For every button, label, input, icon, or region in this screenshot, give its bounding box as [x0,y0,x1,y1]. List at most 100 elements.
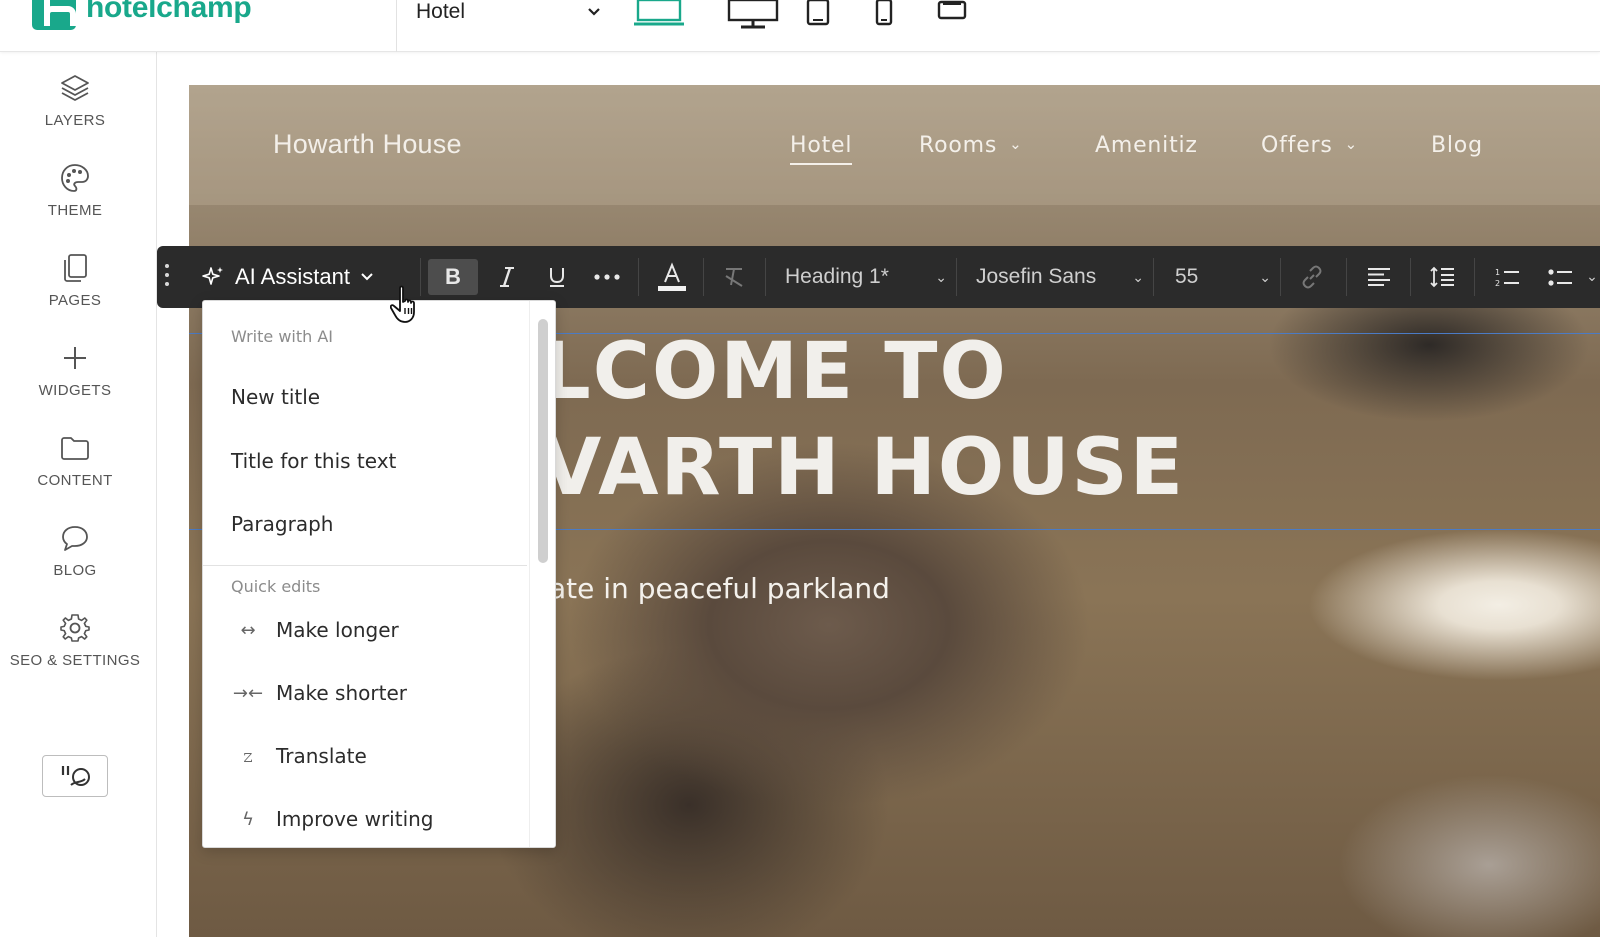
chevron-down-icon [588,8,600,16]
numbered-list-button[interactable]: 12 [1482,259,1532,295]
shrink-arrows-icon: →← [232,682,264,704]
sidebar-item-theme[interactable]: THEME [0,162,150,242]
svg-text:2: 2 [1495,279,1500,288]
menu-item-title-for-text[interactable]: Title for this text [231,449,396,473]
italic-button[interactable] [487,259,527,295]
top-bar: hotelchamp Hotel [0,0,1600,52]
hotelchamp-logo-icon [32,0,76,30]
bold-button[interactable]: B [428,259,478,295]
tablet-icon[interactable] [806,0,830,26]
sidebar-item-blog[interactable]: BLOG [0,522,150,602]
menu-item-label: Improve writing [276,807,434,831]
sidebar-item-label: SEO & SETTINGS [9,652,141,669]
pages-icon [64,254,87,282]
laptop-icon[interactable] [634,0,684,28]
text-style-select[interactable]: Heading 1* ⌄ [785,259,947,295]
align-left-icon [1368,268,1390,286]
sidebar-item-label: WIDGETS [38,382,112,399]
menu-item-label: Make longer [276,618,399,642]
text-color-button[interactable] [647,259,697,295]
nav-label: Hotel [790,133,853,158]
mobile-landscape-icon[interactable] [937,0,967,20]
font-size-select[interactable]: 55 ⌄ [1175,259,1271,295]
clear-format-icon [725,268,743,287]
ai-assistant-button[interactable]: AI Assistant [201,260,374,294]
chevron-down-icon: ⌄ [1344,135,1359,153]
align-left-button[interactable] [1354,259,1404,295]
divider [1346,258,1347,296]
chevron-down-icon: ⌄ [1132,268,1144,285]
mobile-icon[interactable] [875,0,893,26]
divider [1280,258,1281,296]
font-size-value: 55 [1175,265,1199,288]
bullet-list-button[interactable] [1535,259,1585,295]
menu-item-new-title[interactable]: New title [231,385,320,409]
menu-item-improve-writing[interactable]: ϟ Improve writing [231,807,434,831]
numbered-list-icon: 12 [1495,268,1519,288]
more-options-dropdown[interactable]: ⌄ [1585,259,1599,295]
nav-label: Blog [1431,133,1483,158]
ai-assistant-label: AI Assistant [235,264,350,289]
chat-bubble-icon [62,526,88,551]
quote-widget-button[interactable] [42,755,108,797]
menu-item-label: Make shorter [276,681,407,705]
hero-subtitle[interactable]: ate in peaceful parkland [549,572,890,605]
nav-item-amenitiz[interactable]: Amenitiz [1095,133,1198,158]
logo[interactable]: hotelchamp [32,0,252,30]
italic-icon [500,267,514,287]
chevron-down-icon: ⌄ [1586,269,1598,285]
link-button[interactable] [1287,259,1337,295]
logo-text: hotelchamp [86,0,252,24]
font-family-select[interactable]: Josefin Sans ⌄ [976,259,1144,295]
more-dots-icon [594,274,620,280]
drag-handle-icon[interactable] [165,264,169,290]
font-family-value: Josefin Sans [976,265,1097,288]
more-formatting-button[interactable] [585,259,629,295]
nav-label: Rooms [919,133,998,158]
sidebar-item-content[interactable]: CONTENT [0,432,150,512]
hand-pointer-icon [389,284,426,330]
sparkle-icon [202,267,223,285]
underline-button[interactable] [537,259,577,295]
hero-title-line-2[interactable]: VARTH HOUSE [541,429,1185,507]
quote-widget-icon [61,766,90,786]
line-height-button[interactable] [1417,259,1467,295]
sidebar-item-label: CONTENT [37,472,113,489]
nav-item-blog[interactable]: Blog [1431,133,1483,158]
plus-icon [64,347,86,369]
menu-item-translate[interactable]: 𝚣 Translate [231,744,367,768]
underline-icon [550,268,564,287]
hero-title-line-1[interactable]: LCOME TO [541,333,1008,411]
chevron-down-icon: ⌄ [1009,135,1023,153]
divider [956,258,957,296]
menu-scrollbar[interactable] [529,301,555,847]
sidebar-item-layers[interactable]: LAYERS [0,72,150,152]
website-builder: hotelchamp Hotel LAYERS THEME PAGES WIDG… [0,0,1600,937]
nav-item-offers[interactable]: Offers ⌄ [1261,133,1358,158]
menu-section-title: Write with AI [231,327,334,346]
sidebar-item-widgets[interactable]: WIDGETS [0,342,150,422]
desktop-icon[interactable] [727,0,779,30]
sidebar-item-seo-settings[interactable]: SEO & SETTINGS [0,612,150,692]
menu-item-make-longer[interactable]: ↔ Make longer [231,618,399,642]
chevron-down-icon: ⌄ [935,268,947,285]
nav-label: Offers [1261,133,1333,158]
menu-item-paragraph[interactable]: Paragraph [231,512,333,536]
nav-item-hotel[interactable]: Hotel [790,133,853,165]
ai-assistant-menu: Write with AI New title Title for this t… [202,300,556,848]
menu-item-make-shorter[interactable]: →← Make shorter [231,681,407,705]
page-select[interactable]: Hotel [416,0,601,24]
site-brand[interactable]: Howarth House [273,129,462,160]
scrollbar-thumb[interactable] [538,319,548,563]
sidebar-item-label: PAGES [48,292,102,309]
chevron-down-icon [361,273,373,281]
layers-icon [61,75,89,101]
left-sidebar: LAYERS THEME PAGES WIDGETS CONTENT BLOG … [0,52,157,937]
text-color-icon [658,262,686,291]
gear-icon [60,614,90,642]
divider [1474,258,1475,296]
menu-item-label: Translate [276,744,367,768]
clear-formatting-button[interactable] [712,259,756,295]
nav-item-rooms[interactable]: Rooms ⌄ [919,133,1023,158]
sidebar-item-pages[interactable]: PAGES [0,252,150,332]
